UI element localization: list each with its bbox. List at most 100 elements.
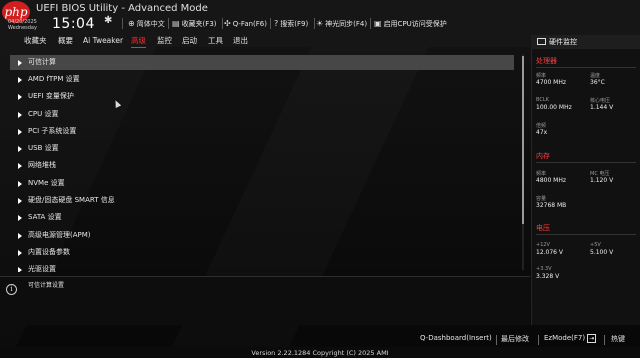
hardware-monitor-header — [531, 35, 640, 49]
menu-boot[interactable]: 启动 — [182, 35, 197, 48]
toolbar-divider — [370, 18, 371, 29]
v5-label: +5V — [590, 242, 601, 248]
qdashboard-button[interactable]: Q-Dashboard(Insert) — [420, 334, 492, 342]
monitor-icon — [537, 38, 546, 45]
memory-section-title: 内存 — [536, 152, 550, 160]
arrow-right-icon — [18, 146, 22, 152]
arrow-right-icon — [18, 77, 22, 83]
footer-divider — [604, 335, 605, 345]
menu-tool[interactable]: 工具 — [208, 35, 223, 48]
core-voltage-value: 1.144 V — [590, 104, 614, 111]
bclk-label: BCLK — [536, 97, 549, 103]
list-item[interactable]: UEFI 变量保护 — [10, 89, 514, 104]
ratio-value: 47x — [536, 129, 548, 136]
exit-arrow-icon: ⇥ — [587, 334, 597, 343]
hotkeys-button[interactable]: 热键 — [611, 334, 625, 344]
list-item[interactable]: NVMe 设置 — [10, 176, 514, 191]
app-title: UEFI BIOS Utility - Advanced Mode — [36, 3, 208, 14]
advanced-settings-list: 可信计算 AMD fTPM 设置 UEFI 变量保护 CPU 设置 PCI 子系… — [10, 54, 514, 272]
list-item[interactable]: 可信计算 — [10, 55, 514, 70]
bclk-value: 100.00 MHz — [536, 104, 572, 111]
toolbar-divider — [270, 18, 271, 29]
main-menu: 收藏夹 概要 Ai Tweaker 高级 监控 启动 工具 退出 — [0, 35, 530, 48]
arrow-right-icon — [18, 250, 22, 256]
list-item[interactable]: AMD fTPM 设置 — [10, 72, 514, 87]
help-panel — [0, 276, 530, 325]
v12-label: +12V — [536, 242, 550, 248]
cpu-section-title: 处理器 — [536, 57, 557, 65]
list-scrollbar-thumb[interactable] — [522, 56, 524, 224]
toolbar-divider — [122, 18, 123, 29]
list-item[interactable]: 硬盘/固态硬盘 SMART 信息 — [10, 193, 514, 208]
list-item[interactable]: SATA 设置 — [10, 210, 514, 225]
arrow-right-icon — [18, 60, 22, 66]
footer-divider — [538, 335, 539, 345]
weekday-display: Wednesday — [8, 25, 37, 31]
cpu-temp-label: 温度 — [590, 73, 601, 79]
menu-exit[interactable]: 退出 — [233, 35, 248, 48]
search-button[interactable]: ? 搜索(F9) — [274, 18, 308, 30]
v12-value: 12.076 V — [536, 249, 564, 256]
menu-main[interactable]: 概要 — [58, 35, 73, 48]
list-item[interactable]: 高级电源管理(APM) — [10, 228, 514, 243]
mem-capacity-label: 容量 — [536, 196, 547, 202]
arrow-right-icon — [18, 198, 22, 204]
arrow-right-icon — [18, 215, 22, 221]
hardware-monitor-title: 硬件监控 — [549, 38, 577, 46]
v33-value: 3.328 V — [536, 273, 560, 280]
help-text: 可信计算设置 — [28, 282, 65, 289]
favorites-button[interactable]: ▤ 收藏夹(F3) — [172, 18, 217, 30]
time-display[interactable]: 15:04 — [52, 16, 95, 32]
list-item[interactable]: 网络堆栈 — [10, 158, 514, 173]
arrow-right-icon — [18, 267, 22, 272]
list-item[interactable]: CPU 设置 — [10, 107, 514, 122]
toolbar-divider — [222, 18, 223, 29]
cpu-freq-label: 频率 — [536, 73, 547, 79]
core-voltage-label: 核心电压 — [590, 98, 611, 104]
divider — [536, 67, 636, 68]
divider — [536, 234, 636, 235]
qfan-button[interactable]: ✣ Q-Fan(F6) — [224, 18, 267, 30]
ezmode-button[interactable]: EzMode(F7) ⇥ — [544, 334, 597, 343]
search-icon: ? — [274, 19, 279, 28]
v5-value: 5.100 V — [590, 249, 614, 256]
menu-favorites[interactable]: 收藏夹 — [24, 35, 47, 48]
aura-sync-button[interactable]: ☀ 神光同步(F4) — [316, 18, 367, 30]
fan-icon: ✣ — [224, 19, 231, 28]
mc-voltage-value: 1.120 V — [590, 177, 614, 184]
list-item[interactable]: 光驱设置 — [10, 262, 514, 272]
arrow-right-icon — [18, 94, 22, 100]
voltage-section-title: 电压 — [536, 224, 550, 232]
light-icon: ☀ — [316, 19, 324, 28]
info-icon: i — [6, 284, 17, 295]
language-button[interactable]: ⊕ 简体中文 — [128, 18, 165, 30]
ratio-label: 倍频 — [536, 123, 547, 129]
arrow-right-icon — [18, 163, 22, 169]
toolbar-divider — [168, 18, 169, 29]
star-icon: ▤ — [172, 19, 180, 28]
mem-freq-value: 4800 MHz — [536, 177, 567, 184]
cpu-freq-value: 4700 MHz — [536, 79, 567, 86]
cpu-icon: ▣ — [374, 19, 382, 28]
footer-divider — [496, 335, 497, 345]
arrow-right-icon — [18, 233, 22, 239]
list-item[interactable]: USB 设置 — [10, 141, 514, 156]
toolbar-divider — [314, 18, 315, 29]
cpu-access-button[interactable]: ▣ 启用CPU访问受保护 — [374, 18, 447, 30]
version-text: Version 2.22.1284 Copyright (C) 2025 AMI — [251, 349, 389, 357]
divider — [536, 162, 636, 163]
menu-monitor[interactable]: 监控 — [157, 35, 172, 48]
menu-advanced[interactable]: 高级 — [131, 35, 146, 48]
list-item[interactable]: 内置设备参数 — [10, 245, 514, 260]
v33-label: +3.3V — [536, 266, 552, 272]
arrow-right-icon — [18, 112, 22, 118]
menu-ai-tweaker[interactable]: Ai Tweaker — [83, 35, 123, 48]
gear-icon[interactable]: ✱ — [104, 15, 112, 26]
list-item[interactable]: PCI 子系统设置 — [10, 124, 514, 139]
cpu-temp-value: 36°C — [590, 79, 605, 86]
mc-voltage-label: MC 电压 — [590, 171, 610, 177]
mem-capacity-value: 32768 MB — [536, 202, 567, 209]
mem-freq-label: 频率 — [536, 171, 547, 177]
arrow-right-icon — [18, 181, 22, 187]
last-modified-button[interactable]: 最后修改 — [501, 334, 529, 344]
